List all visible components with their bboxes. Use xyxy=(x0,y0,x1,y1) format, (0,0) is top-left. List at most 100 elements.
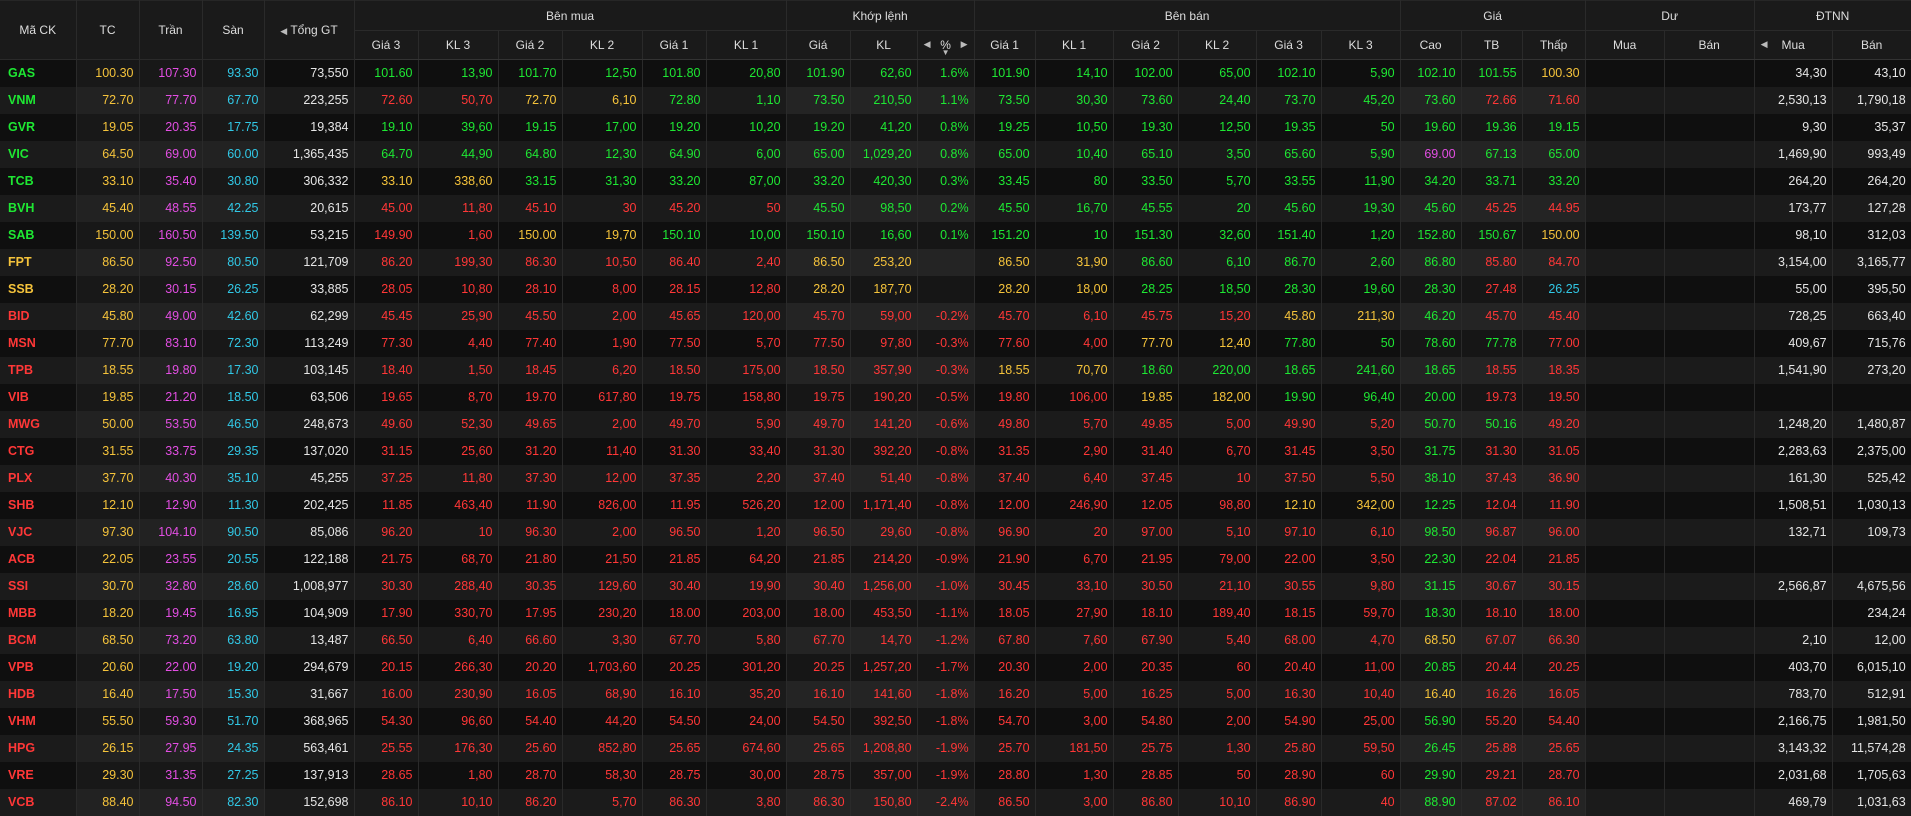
table-row[interactable]: GVR 19.05 20.35 17.75 19,384 19.10 39,60 19.15 1… xyxy=(0,113,1911,141)
table-row[interactable]: SSB 28.20 30.15 26.25 33,885 28.05 10,80 28.10 8… xyxy=(0,275,1911,303)
table-row[interactable]: TPB 18.55 19.80 17.30 103,145 18.40 1,50 18.45 6… xyxy=(0,356,1911,384)
symbol-cell[interactable]: BCM xyxy=(0,626,77,654)
table-row[interactable]: VIB 19.85 21.20 18.50 63,506 19.65 8,70 19.70 61… xyxy=(0,383,1911,411)
symbol-cell[interactable]: MWG xyxy=(0,410,77,438)
symbol-cell[interactable]: PLX xyxy=(0,464,77,492)
header-bid-vol3[interactable]: KL 3 xyxy=(418,30,499,60)
header-remain-buy[interactable]: Mua xyxy=(1585,30,1665,60)
table-row[interactable]: SAB 150.00 160.50 139.50 53,215 149.90 1,60 150… xyxy=(0,221,1911,249)
symbol-cell[interactable]: SAB xyxy=(0,221,77,249)
remain-buy-cell xyxy=(1585,194,1665,222)
table-row[interactable]: VCB 88.40 94.50 82.30 152,698 86.10 10,10 86.20… xyxy=(0,788,1911,816)
symbol-cell[interactable]: HDB xyxy=(0,680,77,708)
triangle-right-icon[interactable]: ▶ xyxy=(961,39,968,50)
table-row[interactable]: BVH 45.40 48.55 42.25 20,615 45.00 11,80 45.10 3… xyxy=(0,194,1911,222)
header-ask-vol3[interactable]: KL 3 xyxy=(1321,30,1401,60)
table-row[interactable]: HPG 26.15 27.95 24.35 563,461 25.55 176,30 25.6… xyxy=(0,734,1911,762)
header-bid-price2[interactable]: Giá 2 xyxy=(498,30,563,60)
triangle-left-icon[interactable]: ◀ xyxy=(280,26,287,36)
symbol-cell[interactable]: SHB xyxy=(0,491,77,519)
table-row[interactable]: MSN 77.70 83.10 72.30 113,249 77.30 4,40 77.40 1… xyxy=(0,329,1911,357)
symbol-cell[interactable]: BVH xyxy=(0,194,77,222)
symbol-cell[interactable]: ACB xyxy=(0,545,77,573)
header-match-price[interactable]: Giá xyxy=(786,30,851,60)
header-high[interactable]: Cao xyxy=(1400,30,1462,60)
header-ask-vol2[interactable]: KL 2 xyxy=(1178,30,1257,60)
header-low[interactable]: Thấp xyxy=(1522,30,1586,60)
header-ref[interactable]: TC xyxy=(76,0,140,60)
symbol-cell[interactable]: BID xyxy=(0,302,77,330)
table-row[interactable]: VRE 29.30 31.35 27.25 137,913 28.65 1,80 28.70 5… xyxy=(0,761,1911,789)
header-floor[interactable]: Sàn xyxy=(202,0,265,60)
symbol-cell[interactable]: VIC xyxy=(0,140,77,168)
symbol-cell[interactable]: TPB xyxy=(0,356,77,384)
symbol-cell[interactable]: HPG xyxy=(0,734,77,762)
header-ask-vol1[interactable]: KL 1 xyxy=(1035,30,1114,60)
header-ask-price1[interactable]: Giá 1 xyxy=(974,30,1036,60)
total-value-cell: 103,145 xyxy=(264,356,355,384)
symbol-cell[interactable]: GAS xyxy=(0,59,77,87)
table-row[interactable]: GAS 100.30 107.30 93.30 73,550 101.60 13,90 101… xyxy=(0,59,1911,87)
symbol-cell[interactable]: VPB xyxy=(0,653,77,681)
ask-price1-cell: 31.35 xyxy=(974,437,1036,465)
symbol-cell[interactable]: VJC xyxy=(0,518,77,546)
triangle-left-icon[interactable]: ◀ xyxy=(924,39,931,50)
table-row[interactable]: CTG 31.55 33.75 29.35 137,020 31.15 25,60 31.20… xyxy=(0,437,1911,465)
table-row[interactable]: MWG 50.00 53.50 46.50 248,673 49.60 52,30 49.65… xyxy=(0,410,1911,438)
table-row[interactable]: SSI 30.70 32.80 28.60 1,008,977 30.30 288,40 30… xyxy=(0,572,1911,600)
ask-price1-cell: 16.20 xyxy=(974,680,1036,708)
ask-vol2-cell: 6,70 xyxy=(1178,437,1257,465)
high-price-cell: 152.80 xyxy=(1400,221,1462,249)
header-bid-price1[interactable]: Giá 1 xyxy=(642,30,707,60)
table-row[interactable]: FPT 86.50 92.50 80.50 121,709 86.20 199,30 86.3… xyxy=(0,248,1911,276)
symbol-cell[interactable]: VCB xyxy=(0,788,77,816)
header-remain-sell[interactable]: Bán xyxy=(1664,30,1755,60)
symbol-cell[interactable]: CTG xyxy=(0,437,77,465)
header-avg[interactable]: TB xyxy=(1461,30,1523,60)
header-symbol[interactable]: Mã CK xyxy=(0,0,77,60)
table-row[interactable]: BCM 68.50 73.20 63.80 13,487 66.50 6,40 66.60 3,… xyxy=(0,626,1911,654)
symbol-cell[interactable]: FPT xyxy=(0,248,77,276)
table-row[interactable]: TCB 33.10 35.40 30.80 306,332 33.10 338,60 33.1… xyxy=(0,167,1911,195)
header-ask-price3[interactable]: Giá 3 xyxy=(1256,30,1322,60)
header-bid-vol2[interactable]: KL 2 xyxy=(562,30,643,60)
table-row[interactable]: ACB 22.05 23.55 20.55 122,188 21.75 68,70 21.80… xyxy=(0,545,1911,573)
table-row[interactable]: VPB 20.60 22.00 19.20 294,679 20.15 266,30 20.2… xyxy=(0,653,1911,681)
table-row[interactable]: VIC 64.50 69.00 60.00 1,365,435 64.70 44,90 64.… xyxy=(0,140,1911,168)
table-row[interactable]: VHM 55.50 59.30 51.70 368,965 54.30 96,60 54.40… xyxy=(0,707,1911,735)
sort-down-icon[interactable]: ▼ xyxy=(942,48,950,57)
symbol-cell[interactable]: GVR xyxy=(0,113,77,141)
header-ask-price2[interactable]: Giá 2 xyxy=(1113,30,1179,60)
symbol-cell[interactable]: VRE xyxy=(0,761,77,789)
header-match-vol[interactable]: KL xyxy=(850,30,918,60)
symbol-cell[interactable]: VNM xyxy=(0,86,77,114)
match-price-cell: 101.90 xyxy=(786,59,851,87)
symbol-cell[interactable]: MBB xyxy=(0,599,77,627)
table-row[interactable]: SHB 12.10 12.90 11.30 202,425 11.85 463,40 11.9… xyxy=(0,491,1911,519)
table-row[interactable]: HDB 16.40 17.50 15.30 31,667 16.00 230,90 16.05… xyxy=(0,680,1911,708)
header-ceil[interactable]: Trần xyxy=(139,0,203,60)
symbol-cell[interactable]: SSB xyxy=(0,275,77,303)
table-row[interactable]: PLX 37.70 40.30 35.10 45,255 37.25 11,80 37.30 1… xyxy=(0,464,1911,492)
bid-vol3-cell: 10,10 xyxy=(418,788,499,816)
header-foreign-buy[interactable]: ◀ Mua xyxy=(1754,30,1833,60)
triangle-left-icon[interactable]: ◀ xyxy=(1761,39,1768,50)
bid-price3-cell: 16.00 xyxy=(354,680,419,708)
table-row[interactable]: VNM 72.70 77.70 67.70 223,255 72.60 50,70 72.70… xyxy=(0,86,1911,114)
symbol-cell[interactable]: SSI xyxy=(0,572,77,600)
table-row[interactable]: VJC 97.30 104.10 90.50 85,086 96.20 10 96.30 2,0… xyxy=(0,518,1911,546)
foreign-sell-cell xyxy=(1832,545,1911,573)
high-price-cell: 16.40 xyxy=(1400,680,1462,708)
ask-price1-cell: 45.50 xyxy=(974,194,1036,222)
header-bid-vol1[interactable]: KL 1 xyxy=(706,30,787,60)
symbol-cell[interactable]: MSN xyxy=(0,329,77,357)
header-total[interactable]: ◀ Tổng GT xyxy=(264,0,355,60)
header-bid-price3[interactable]: Giá 3 xyxy=(354,30,419,60)
table-row[interactable]: MBB 18.20 19.45 16.95 104,909 17.90 330,70 17.9… xyxy=(0,599,1911,627)
header-foreign-sell[interactable]: Bán xyxy=(1832,30,1911,60)
table-row[interactable]: BID 45.80 49.00 42.60 62,299 45.45 25,90 45.50 2… xyxy=(0,302,1911,330)
symbol-cell[interactable]: TCB xyxy=(0,167,77,195)
symbol-cell[interactable]: VIB xyxy=(0,383,77,411)
header-match-pct[interactable]: ◀ % ▶ ▼ xyxy=(917,30,975,60)
symbol-cell[interactable]: VHM xyxy=(0,707,77,735)
